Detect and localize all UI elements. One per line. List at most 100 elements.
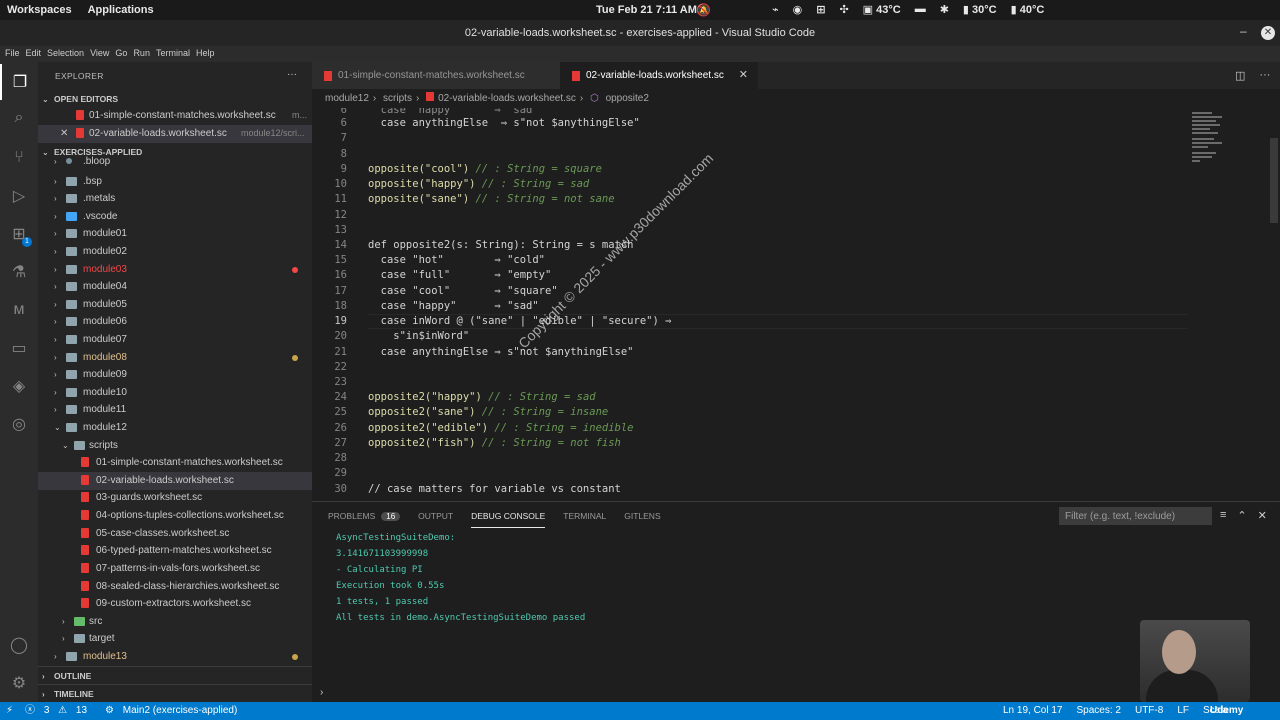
tree-file-active[interactable]: 02-variable-loads.worksheet.sc bbox=[38, 472, 312, 490]
remote-icon[interactable]: ⚡ bbox=[0, 702, 19, 720]
tree-folder[interactable]: › target bbox=[38, 630, 312, 648]
gitlens-icon[interactable]: ◈ bbox=[0, 368, 38, 404]
tree-folder[interactable]: › module07 bbox=[38, 331, 312, 349]
code-line-current[interactable]: 19 case inWord @ ("sane" | "edible" | "s… bbox=[312, 314, 1142, 329]
split-editor-icon[interactable]: ◫ bbox=[1235, 69, 1245, 82]
tree-folder[interactable]: › src bbox=[38, 613, 312, 631]
menu-selection[interactable]: Selection bbox=[46, 46, 89, 62]
console-prompt-icon[interactable]: › bbox=[320, 687, 323, 698]
line-ending[interactable]: LF bbox=[1177, 702, 1189, 720]
tree-folder-open[interactable]: ⌄ module12 bbox=[38, 419, 312, 437]
timeline-section[interactable]: › TIMELINE bbox=[38, 684, 312, 702]
tree-folder[interactable]: › module01 bbox=[38, 225, 312, 243]
puzzle-icon[interactable]: ✣ bbox=[839, 3, 848, 16]
tree-folder[interactable]: › module04 bbox=[38, 278, 312, 296]
car-icon[interactable]: ▬ bbox=[915, 3, 926, 16]
cpu-temp[interactable]: ▣ 43°C bbox=[863, 3, 901, 16]
maximize-panel-icon[interactable]: ⌃ bbox=[1237, 509, 1246, 522]
code-line[interactable]: 20 s"in$inWord" bbox=[312, 329, 1142, 344]
code-line[interactable]: 7 bbox=[312, 131, 1142, 146]
code-line[interactable]: 28 bbox=[312, 451, 1142, 466]
settings-gear-icon[interactable]: ⚙ bbox=[0, 665, 38, 701]
breadcrumb-item[interactable]: 02-variable-loads.worksheet.sc bbox=[438, 93, 576, 104]
network-icon[interactable]: ⌁ bbox=[772, 3, 779, 16]
notifications-muted-icon[interactable]: 🔕 bbox=[696, 3, 711, 17]
problems-status[interactable]: ⓧ 3 ⚠ 13 bbox=[19, 702, 99, 720]
editor-scrollbar[interactable] bbox=[1270, 138, 1278, 223]
run-debug-icon[interactable]: ▷ bbox=[0, 178, 38, 214]
tab-problems[interactable]: PROBLEMS 16 bbox=[328, 511, 401, 528]
tree-folder[interactable]: › .bsp bbox=[38, 173, 312, 191]
menu-edit[interactable]: Edit bbox=[25, 46, 47, 62]
open-editor-item-active[interactable]: ✕ 02-variable-loads.worksheet.sc module1… bbox=[38, 125, 312, 143]
breadcrumb-item[interactable]: module12 bbox=[325, 93, 369, 104]
code-line[interactable]: 29 bbox=[312, 466, 1142, 481]
outline-section[interactable]: › OUTLINE bbox=[38, 666, 312, 684]
code-line[interactable]: 15 case "hot" ⇒ "cold" bbox=[312, 253, 1142, 268]
code-line[interactable]: 24 opposite2("happy") // : String = sad bbox=[312, 390, 1142, 405]
minimap[interactable] bbox=[1190, 108, 1270, 501]
code-line[interactable]: 13 bbox=[312, 223, 1142, 238]
tree-folder[interactable]: › .bloop bbox=[38, 156, 312, 168]
tree-file[interactable]: 03-guards.worksheet.sc bbox=[38, 489, 312, 507]
workspaces-menu[interactable]: Workspaces bbox=[7, 4, 72, 16]
code-line[interactable]: 26 opposite2("edible") // : String = ined… bbox=[312, 421, 1142, 436]
menu-run[interactable]: Run bbox=[132, 46, 155, 62]
tree-file[interactable]: 05-case-classes.worksheet.sc bbox=[38, 525, 312, 543]
code-line[interactable]: 14 def opposite2(s: String): String = s m… bbox=[312, 238, 1142, 253]
code-editor[interactable]: 6 case "happy" ⇒ "sad" 6 case anythingEl… bbox=[312, 108, 1280, 501]
code-line[interactable]: 11 opposite("sane") // : String = not san… bbox=[312, 192, 1142, 207]
explorer-icon[interactable]: ❐ bbox=[0, 64, 38, 100]
code-line[interactable]: 17 case "cool" ⇒ "square" bbox=[312, 284, 1142, 299]
temp-sensor-2[interactable]: ▮ 30°C bbox=[963, 3, 997, 16]
code-line[interactable]: 6 case anythingElse ⇒ s"not $anythingEls… bbox=[312, 116, 1142, 131]
tab-gitlens[interactable]: GITLENS bbox=[624, 511, 660, 528]
code-line[interactable]: 21 case anythingElse ⇒ s"not $anythingEl… bbox=[312, 345, 1142, 360]
tree-folder[interactable]: › module05 bbox=[38, 296, 312, 314]
tree-folder[interactable]: › module08 bbox=[38, 349, 312, 367]
tree-folder[interactable]: › module11 bbox=[38, 401, 312, 419]
more-actions-icon[interactable]: ··· bbox=[1259, 69, 1270, 82]
menu-go[interactable]: Go bbox=[114, 46, 132, 62]
menu-help[interactable]: Help bbox=[195, 46, 220, 62]
tree-file[interactable]: 01-simple-constant-matches.worksheet.sc bbox=[38, 454, 312, 472]
tree-folder[interactable]: › module02 bbox=[38, 243, 312, 261]
tree-file[interactable]: 07-patterns-in-vals-fors.worksheet.sc bbox=[38, 560, 312, 578]
menu-terminal[interactable]: Terminal bbox=[155, 46, 195, 62]
close-editor-icon[interactable]: ✕ bbox=[60, 125, 68, 143]
tab-variable-loads[interactable]: 02-variable-loads.worksheet.sc ✕ bbox=[560, 62, 758, 89]
branch-status[interactable]: ⚙ Main2 (exercises-applied) bbox=[99, 702, 249, 720]
code-line[interactable]: 22 bbox=[312, 360, 1142, 375]
tree-folder-open[interactable]: ⌄ scripts bbox=[38, 437, 312, 455]
gamepad-icon[interactable]: ⊞ bbox=[816, 3, 825, 16]
code-line[interactable]: 27 opposite2("fish") // : String = not fi… bbox=[312, 436, 1142, 451]
record-icon[interactable]: ◉ bbox=[793, 3, 803, 16]
console-filter-input[interactable]: Filter (e.g. text, !exclude) bbox=[1059, 507, 1212, 525]
tree-folder[interactable]: › .vscode bbox=[38, 208, 312, 226]
metals-icon[interactable]: ᴍ bbox=[0, 292, 38, 328]
search-icon[interactable]: ⌕ bbox=[0, 100, 38, 136]
testing-icon[interactable]: ⚗ bbox=[0, 254, 38, 290]
tab-terminal[interactable]: TERMINAL bbox=[563, 511, 606, 528]
cursor-position[interactable]: Ln 19, Col 17 bbox=[1003, 702, 1063, 720]
tree-file[interactable]: 08-sealed-class-hierarchies.worksheet.sc bbox=[38, 578, 312, 596]
tree-folder[interactable]: › .metals bbox=[38, 190, 312, 208]
bluetooth-icon[interactable]: ✱ bbox=[940, 3, 949, 16]
accounts-icon[interactable]: ◯ bbox=[0, 627, 38, 663]
code-line[interactable]: 16 case "full" ⇒ "empty" bbox=[312, 268, 1142, 283]
code-line[interactable]: 18 case "happy" ⇒ "sad" bbox=[312, 299, 1142, 314]
extensions-icon[interactable]: ⊞ bbox=[0, 216, 38, 252]
remote-explorer-icon[interactable]: ▭ bbox=[0, 330, 38, 366]
clock[interactable]: Tue Feb 21 7:11 AM bbox=[596, 4, 697, 16]
tree-file[interactable]: 04-options-tuples-collections.worksheet.… bbox=[38, 507, 312, 525]
close-tab-icon[interactable]: ✕ bbox=[739, 62, 748, 89]
code-line[interactable]: 12 bbox=[312, 208, 1142, 223]
tab-simple-constant-matches[interactable]: 01-simple-constant-matches.worksheet.sc bbox=[312, 62, 560, 89]
tree-folder[interactable]: › module09 bbox=[38, 366, 312, 384]
applications-menu[interactable]: Applications bbox=[88, 4, 154, 16]
tree-folder[interactable]: › module13 bbox=[38, 648, 312, 666]
close-panel-icon[interactable]: ✕ bbox=[1258, 509, 1267, 522]
open-editors-section[interactable]: ⌄ OPEN EDITORS bbox=[38, 90, 312, 108]
temp-sensor-3[interactable]: ▮ 40°C bbox=[1011, 3, 1045, 16]
tab-debug-console[interactable]: DEBUG CONSOLE bbox=[471, 511, 546, 528]
